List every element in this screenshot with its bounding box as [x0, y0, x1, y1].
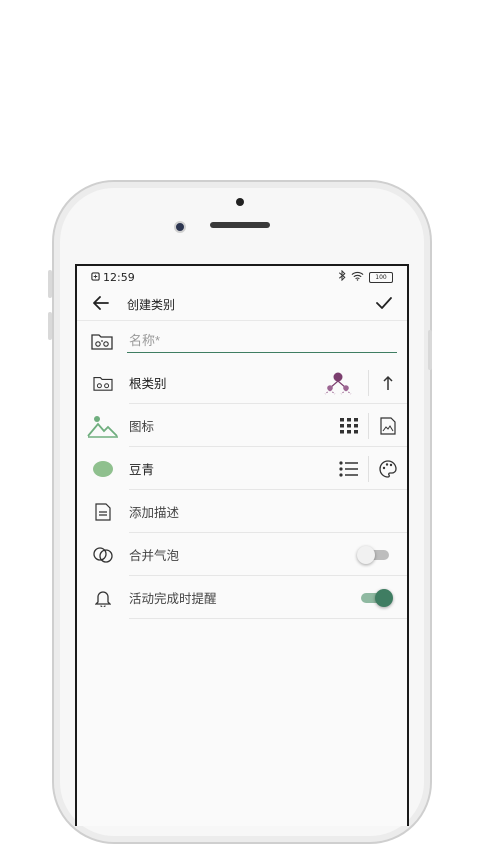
icon-label: 图标: [129, 419, 155, 434]
description-label: 添加描述: [129, 505, 180, 520]
category-folder-icon: [77, 374, 129, 392]
root-category-label: 根类别: [129, 376, 167, 391]
phone-volume-button: [48, 312, 52, 340]
page-title: 创建类别: [127, 297, 176, 312]
color-label: 豆青: [129, 462, 155, 477]
status-time: 12:59: [103, 270, 135, 284]
image-file-icon[interactable]: [369, 404, 407, 447]
color-swatch: [77, 460, 129, 477]
merge-bubbles-label: 合并气泡: [129, 548, 180, 563]
app-bar: 创建类别: [77, 288, 407, 320]
bell-icon: [77, 589, 129, 607]
grid-icon[interactable]: [330, 404, 368, 447]
status-bar: 12:59 100: [77, 266, 407, 288]
phone-volume-button: [48, 270, 52, 298]
confirm-check-icon[interactable]: [375, 295, 393, 314]
activity-reminder-row[interactable]: 活动完成时提醒: [77, 576, 407, 619]
color-row[interactable]: 豆青: [77, 447, 407, 490]
move-up-arrow-icon[interactable]: [369, 361, 407, 404]
palette-icon[interactable]: [369, 447, 407, 490]
icon-actions: [330, 404, 407, 447]
category-folder-icon: [77, 331, 127, 351]
row-divider: [129, 618, 407, 619]
phone-power-button: [428, 330, 432, 370]
document-icon: [77, 502, 129, 521]
landscape-icon: [77, 414, 129, 438]
root-category-row[interactable]: 根类别: [77, 361, 407, 404]
back-arrow-icon[interactable]: [93, 295, 109, 314]
bluetooth-icon: [338, 269, 346, 284]
list-icon[interactable]: [330, 447, 368, 490]
wifi-icon: [351, 271, 364, 284]
phone-screen: 12:59 100 创建类别 根类别: [75, 264, 409, 826]
category-tree-icon[interactable]: [308, 361, 368, 404]
name-input[interactable]: [127, 329, 397, 353]
front-camera: [174, 221, 186, 233]
icon-row[interactable]: 图标: [77, 404, 407, 447]
proximity-sensor: [236, 198, 244, 206]
activity-reminder-toggle[interactable]: [361, 588, 393, 607]
earpiece-speaker: [210, 222, 270, 228]
merge-bubbles-icon: [77, 546, 129, 564]
notification-icon: [91, 271, 100, 284]
activity-reminder-label: 活动完成时提醒: [129, 591, 217, 606]
color-actions: [330, 447, 407, 490]
name-field-row: [77, 320, 407, 361]
merge-bubbles-row[interactable]: 合并气泡: [77, 533, 407, 576]
battery-indicator: 100: [369, 271, 393, 283]
description-row[interactable]: 添加描述: [77, 490, 407, 533]
root-category-actions: [308, 361, 407, 404]
merge-bubbles-toggle[interactable]: [357, 545, 389, 564]
